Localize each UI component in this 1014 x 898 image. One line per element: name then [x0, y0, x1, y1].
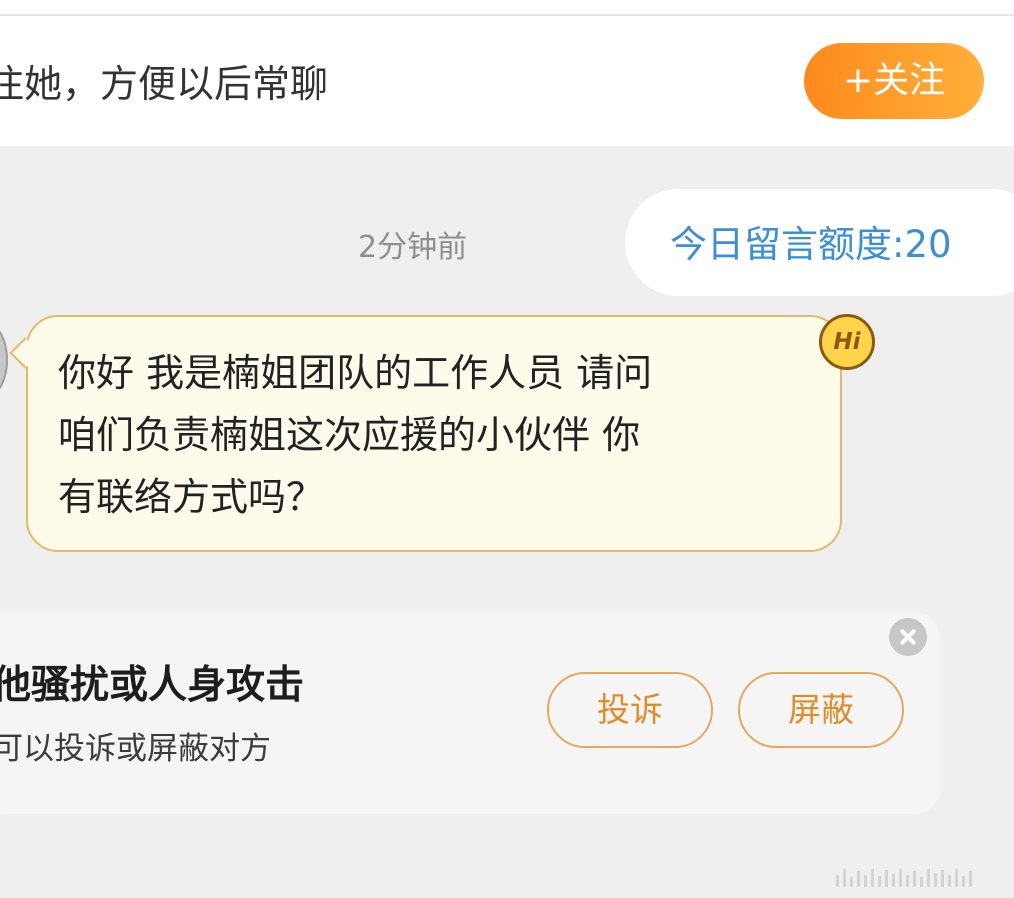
report-card-title: 他骚扰或人身攻击 [0, 663, 305, 708]
block-button[interactable]: 屏蔽 [738, 672, 904, 748]
message-timestamp: 2分钟前 [358, 230, 468, 265]
header-divider [0, 14, 1014, 16]
complain-button[interactable]: 投诉 [547, 672, 713, 748]
avatar[interactable] [0, 322, 8, 398]
close-icon[interactable] [889, 618, 927, 656]
incoming-message-text: 你好 我是楠姐团队的工作人员 请问 咱们负责楠姐这次应援的小伙伴 你 有联络方式… [58, 351, 653, 519]
follow-hint-text: 注她，方便以后常聊 [0, 62, 329, 106]
watermark [836, 869, 972, 887]
report-card-subtitle: 可以投诉或屏蔽对方 [0, 731, 271, 767]
follow-button[interactable]: +关注 [804, 43, 984, 119]
message-quota-text: 今日留言额度:20 [670, 223, 952, 266]
hi-badge-icon: Hi [819, 314, 875, 370]
